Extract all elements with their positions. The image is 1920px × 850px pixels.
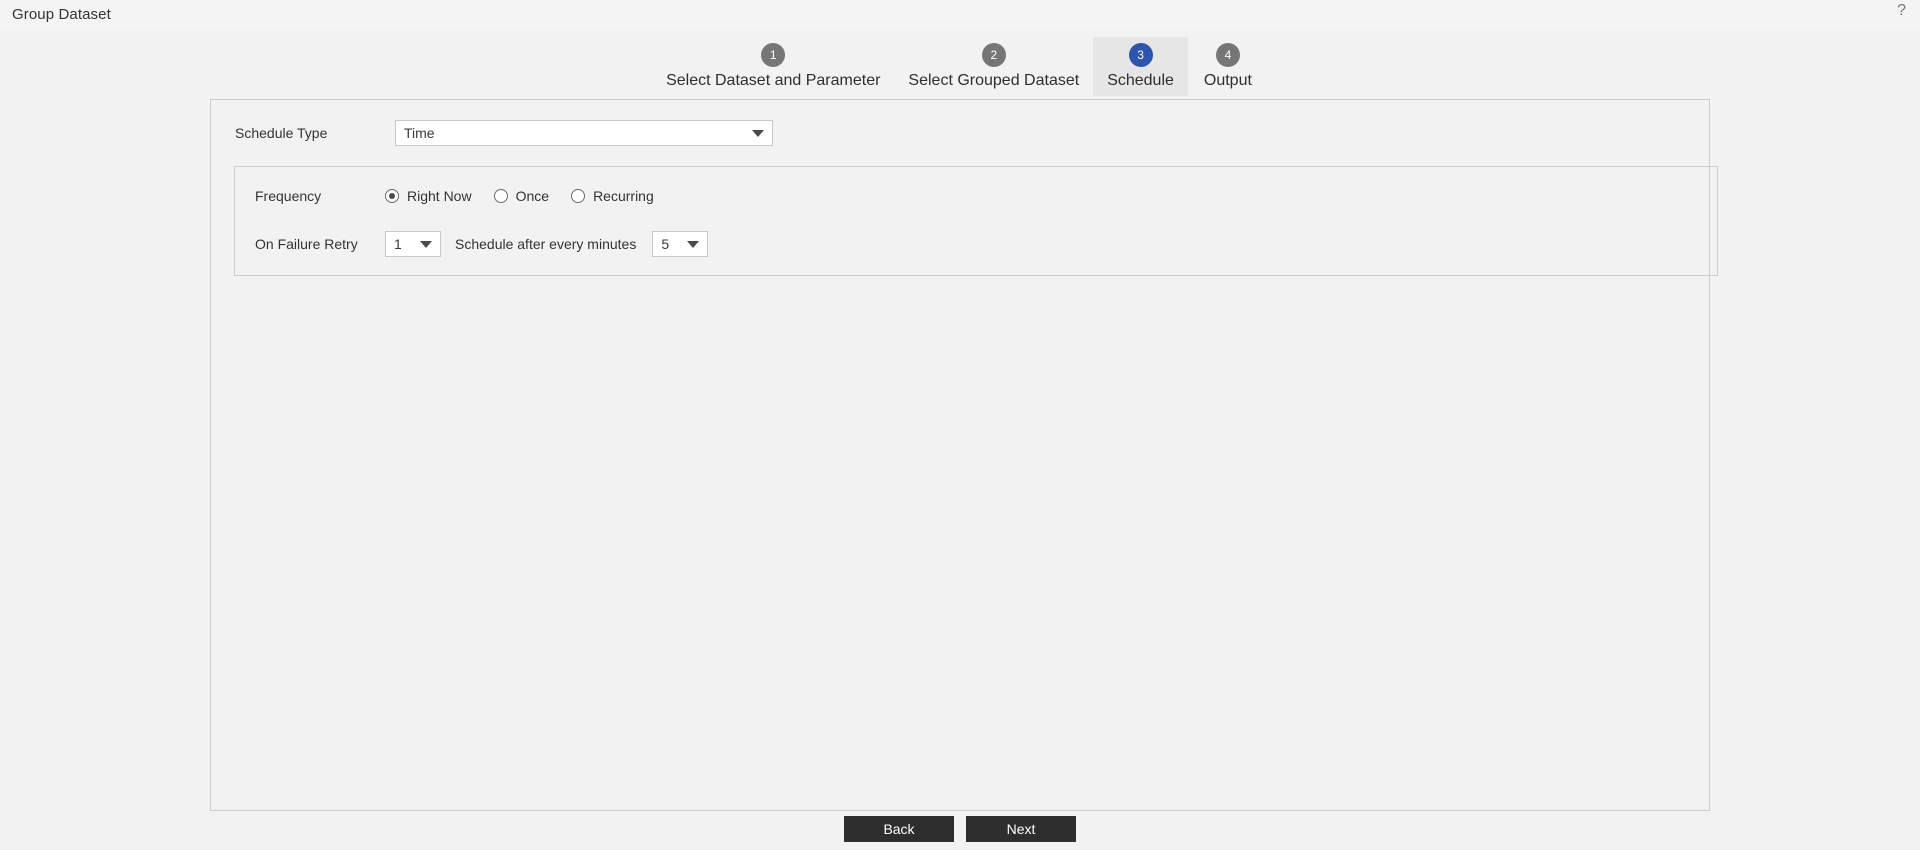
chevron-down-icon — [687, 240, 700, 248]
next-button[interactable]: Next — [966, 816, 1076, 842]
on-failure-retry-value: 1 — [394, 236, 402, 252]
chevron-down-icon — [752, 129, 764, 137]
schedule-after-select[interactable]: 5 — [652, 231, 709, 257]
radio-right-now-label: Right Now — [407, 188, 472, 204]
step-label: Select Dataset and Parameter — [666, 72, 881, 89]
radio-unselected-icon — [493, 189, 508, 203]
frequency-row: Frequency Right Now Once Recurring — [255, 181, 1697, 211]
step-label: Schedule — [1107, 72, 1174, 89]
wizard-footer: Back Next — [0, 816, 1920, 842]
step-output[interactable]: 4 Output — [1188, 37, 1268, 96]
step-number-badge: 1 — [761, 43, 786, 67]
step-select-grouped-dataset[interactable]: 2 Select Grouped Dataset — [894, 37, 1093, 96]
frequency-label: Frequency — [255, 188, 322, 204]
step-label: Select Grouped Dataset — [908, 72, 1080, 89]
chevron-down-icon — [420, 240, 432, 248]
step-select-dataset-and-parameter[interactable]: 1 Select Dataset and Parameter — [652, 37, 894, 96]
schedule-panel: Schedule Type Time Frequency Right Now O… — [210, 99, 1718, 811]
radio-right-now[interactable]: Right Now — [385, 188, 472, 204]
radio-selected-icon — [385, 189, 399, 203]
radio-unselected-icon — [571, 189, 586, 203]
step-schedule[interactable]: 3 Schedule — [1093, 37, 1188, 96]
step-number-badge: 2 — [981, 43, 1006, 67]
on-failure-retry-row: On Failure Retry 1 Schedule after every … — [255, 229, 1697, 259]
frequency-radio-group: Right Now Once Recurring — [385, 188, 676, 204]
help-icon[interactable]: ? — [1897, 3, 1906, 19]
page-title: Group Dataset — [12, 6, 111, 23]
radio-recurring-label: Recurring — [593, 188, 654, 204]
wizard-stepper: 1 Select Dataset and Parameter 2 Select … — [0, 30, 1920, 96]
schedule-type-row: Schedule Type Time — [227, 112, 1693, 154]
radio-once[interactable]: Once — [493, 188, 550, 204]
schedule-after-value: 5 — [661, 236, 670, 252]
back-button[interactable]: Back — [844, 816, 954, 842]
radio-once-label: Once — [515, 188, 550, 204]
step-number-badge: 3 — [1128, 43, 1153, 67]
on-failure-retry-select[interactable]: 1 — [385, 231, 441, 257]
schedule-type-value: Time — [404, 125, 435, 141]
app-header: Group Dataset ? — [0, 0, 1920, 30]
schedule-after-label: Schedule after every minutes — [455, 236, 637, 252]
step-label: Output — [1203, 72, 1252, 89]
schedule-type-select[interactable]: Time — [395, 120, 773, 146]
schedule-type-label: Schedule Type — [235, 125, 328, 141]
frequency-fieldset: Frequency Right Now Once Recurring On Fa… — [234, 166, 1718, 276]
on-failure-retry-label: On Failure Retry — [255, 236, 358, 252]
step-number-badge: 4 — [1215, 43, 1240, 67]
radio-recurring[interactable]: Recurring — [571, 188, 654, 204]
panel-wrapper: Schedule Type Time Frequency Right Now O… — [0, 96, 1920, 811]
